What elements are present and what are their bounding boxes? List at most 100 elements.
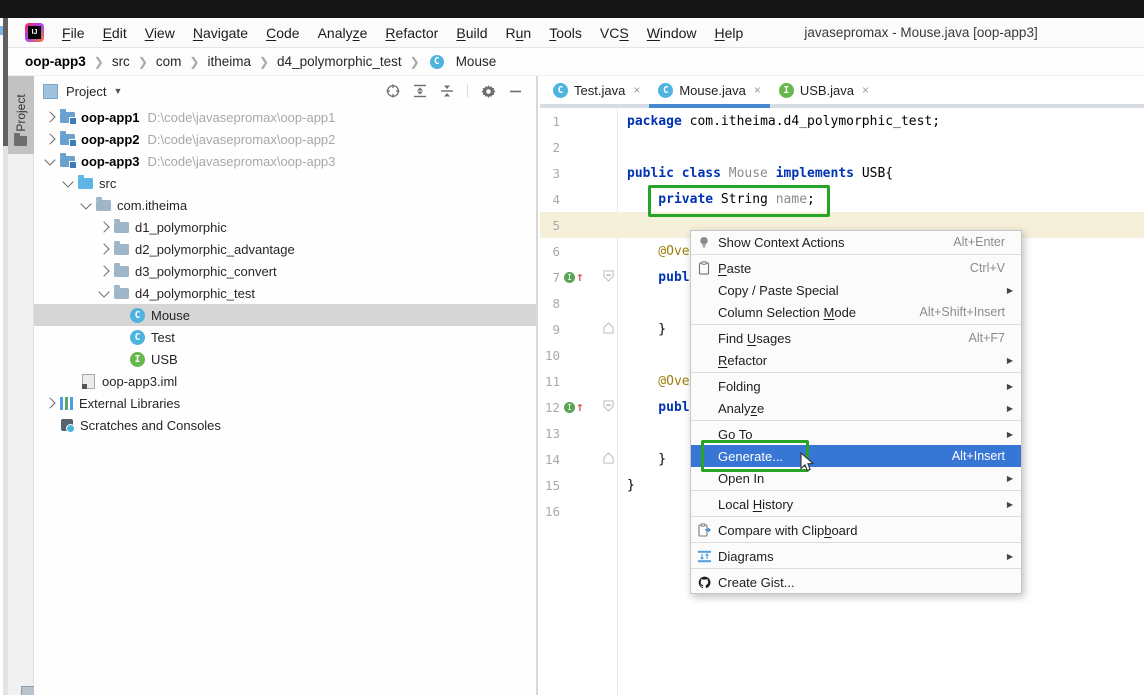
locate-icon[interactable] <box>386 84 400 98</box>
package-folder-icon <box>114 240 129 255</box>
tree-item-src[interactable]: src <box>34 172 536 194</box>
tree-item-label: d4_polymorphic_test <box>135 285 255 301</box>
menu-code[interactable]: Code <box>257 18 308 47</box>
submenu-arrow-icon: ▶ <box>1006 500 1013 509</box>
chevron-right-icon[interactable] <box>42 397 58 409</box>
tree-item-label: oop-app1 <box>81 109 140 125</box>
tree-item-com-itheima[interactable]: com.itheima <box>34 194 536 216</box>
breadcrumb-chevron-icon: ❯ <box>93 54 104 69</box>
menu-help[interactable]: Help <box>706 18 753 47</box>
tree-item-test[interactable]: C Test <box>34 326 536 348</box>
menu-analyze[interactable]: Analyze <box>309 18 377 47</box>
tree-item-oop-app2[interactable]: oop-app2 D:\code\javasepromax\oop-app2 <box>34 128 536 150</box>
code-line-3[interactable]: 3 public class Mouse implements USB{ <box>540 160 1144 186</box>
tree-item-d2-polymorphic-advantage[interactable]: d2_polymorphic_advantage <box>34 238 536 260</box>
menu-item-show-context-actions[interactable]: Show Context Actions Alt+Enter <box>691 231 1021 253</box>
menu-separator <box>691 324 1021 325</box>
folder-icon <box>14 133 27 146</box>
menu-item-local-history[interactable]: Local History ▶ <box>691 493 1021 515</box>
chevron-down-icon[interactable] <box>96 285 112 298</box>
hide-panel-icon[interactable] <box>509 85 522 98</box>
chevron-right-icon[interactable] <box>96 243 112 255</box>
tree-item-d3-polymorphic-convert[interactable]: d3_polymorphic_convert <box>34 260 536 282</box>
breadcrumb-itheima[interactable]: itheima <box>207 54 251 69</box>
tree-item-oop-app3-iml[interactable]: oop-app3.iml <box>34 370 536 392</box>
menu-tools[interactable]: Tools <box>540 18 591 47</box>
close-icon[interactable]: × <box>862 83 869 97</box>
code-line-1[interactable]: 1 package com.itheima.d4_polymorphic_tes… <box>540 108 1144 134</box>
breadcrumb-package[interactable]: d4_polymorphic_test <box>277 54 402 69</box>
tree-item-oop-app1[interactable]: oop-app1 D:\code\javasepromax\oop-app1 <box>34 106 536 128</box>
menu-refactor[interactable]: Refactor <box>376 18 447 47</box>
project-panel-title[interactable]: Project <box>66 84 106 99</box>
menu-item-compare-with-clipboard[interactable]: Compare with Clipboard <box>691 519 1021 541</box>
menu-item-copy-paste-special[interactable]: Copy / Paste Special ▶ <box>691 279 1021 301</box>
menu-item-paste[interactable]: Paste Ctrl+V <box>691 257 1021 279</box>
diagrams-icon <box>698 550 718 563</box>
menu-item-create-gist[interactable]: Create Gist... <box>691 571 1021 593</box>
overrides-method-icon[interactable]: I ↑ <box>564 271 584 284</box>
chevron-down-icon[interactable] <box>42 153 58 166</box>
close-icon[interactable]: × <box>754 83 761 97</box>
tab-mouse-java[interactable]: C Mouse.java × <box>649 76 770 108</box>
menu-item-open-in[interactable]: Open In ▶ <box>691 467 1021 489</box>
tab-usb-java[interactable]: I USB.java × <box>770 76 878 104</box>
menu-run[interactable]: Run <box>497 18 541 47</box>
breadcrumb-module[interactable]: oop-app3 <box>25 54 86 69</box>
settings-gear-icon[interactable] <box>481 84 496 99</box>
tree-item-usb[interactable]: I USB <box>34 348 536 370</box>
submenu-arrow-icon: ▶ <box>1006 286 1013 295</box>
tree-item-d1-polymorphic[interactable]: d1_polymorphic <box>34 216 536 238</box>
code-line-2[interactable]: 2 <box>540 134 1144 160</box>
menu-build[interactable]: Build <box>447 18 496 47</box>
line-number: 10 <box>544 347 560 363</box>
breadcrumb-src[interactable]: src <box>112 54 130 69</box>
fold-handle-collapse-icon[interactable] <box>603 400 614 416</box>
tree-item-mouse[interactable]: C Mouse <box>34 304 536 326</box>
chevron-down-icon[interactable] <box>78 197 94 210</box>
menu-edit[interactable]: Edit <box>94 18 136 47</box>
gutter <box>560 186 617 212</box>
menu-item-column-selection-mode[interactable]: Column Selection Mode Alt+Shift+Insert <box>691 301 1021 323</box>
menu-item-generate[interactable]: Generate... Alt+Insert <box>691 445 1021 467</box>
expand-all-icon[interactable] <box>413 84 427 98</box>
fold-handle-collapse-icon[interactable] <box>603 270 614 286</box>
chevron-right-icon[interactable] <box>42 111 58 123</box>
code-line-4[interactable]: 4 private String name; <box>540 186 1144 212</box>
menu-item-go-to[interactable]: Go To ▶ <box>691 423 1021 445</box>
menu-navigate[interactable]: Navigate <box>184 18 257 47</box>
menu-view[interactable]: View <box>136 18 184 47</box>
menu-file[interactable]: File <box>53 18 94 47</box>
chevron-down-icon[interactable] <box>60 175 76 188</box>
breadcrumb-class[interactable]: Mouse <box>456 54 497 69</box>
menu-vcs[interactable]: VCS <box>591 18 638 47</box>
menu-item-folding[interactable]: Folding ▶ <box>691 375 1021 397</box>
overrides-method-icon[interactable]: I ↑ <box>564 401 584 414</box>
tab-test-java[interactable]: C Test.java × <box>544 76 649 104</box>
menu-window[interactable]: Window <box>638 18 706 47</box>
editor-tab-bar: C Test.java × C Mouse.java × I USB.java … <box>540 76 1144 108</box>
tree-item-oop-app3[interactable]: oop-app3 D:\code\javasepromax\oop-app3 <box>34 150 536 172</box>
fold-handle-end-icon[interactable] <box>603 322 614 338</box>
breadcrumb-com[interactable]: com <box>156 54 182 69</box>
menu-item-refactor[interactable]: Refactor ▶ <box>691 349 1021 371</box>
fold-handle-end-icon[interactable] <box>603 452 614 468</box>
menu-item-find-usages[interactable]: Find Usages Alt+F7 <box>691 327 1021 349</box>
libraries-icon <box>60 396 73 410</box>
line-number: 15 <box>544 477 560 493</box>
module-folder-icon <box>60 108 77 125</box>
project-stripe-tab[interactable]: Project <box>8 76 34 154</box>
tree-item-external-libraries[interactable]: External Libraries <box>34 392 536 414</box>
tree-item-d4-polymorphic-test[interactable]: d4_polymorphic_test <box>34 282 536 304</box>
tree-item-scratches[interactable]: Scratches and Consoles <box>34 414 536 436</box>
class-icon: C <box>429 54 444 69</box>
menu-item-analyze[interactable]: Analyze ▶ <box>691 397 1021 419</box>
chevron-right-icon[interactable] <box>96 265 112 277</box>
chevron-right-icon[interactable] <box>42 133 58 145</box>
bottom-stripe-icon[interactable] <box>21 686 35 695</box>
collapse-all-icon[interactable] <box>440 84 454 98</box>
chevron-down-icon[interactable]: ▼ <box>113 86 122 96</box>
menu-item-diagrams[interactable]: Diagrams ▶ <box>691 545 1021 567</box>
chevron-right-icon[interactable] <box>96 221 112 233</box>
close-icon[interactable]: × <box>633 83 640 97</box>
